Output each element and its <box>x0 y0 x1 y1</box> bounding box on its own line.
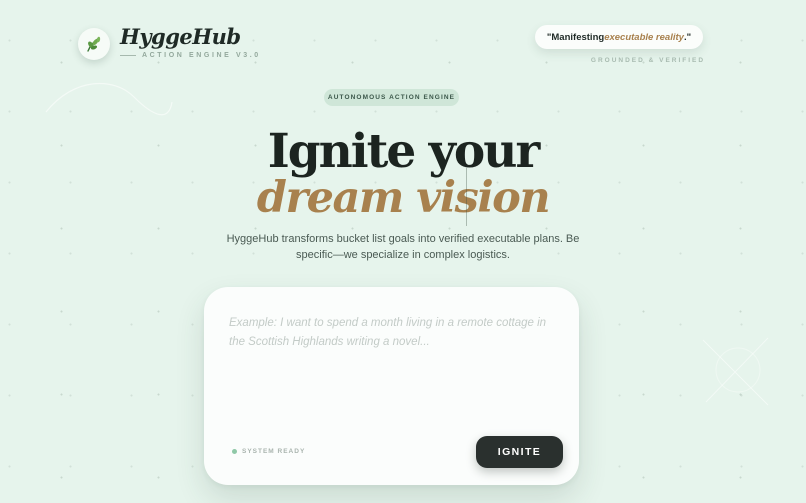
background-decoration <box>702 337 769 406</box>
status-dot-icon <box>232 449 237 454</box>
logo[interactable] <box>78 28 110 60</box>
brand-version: ACTION ENGINE V3.0 <box>142 52 261 59</box>
background-swirl <box>45 82 173 116</box>
headline-accent: dream vision <box>256 173 551 223</box>
text-cursor <box>466 168 467 226</box>
goal-input-card: SYSTEM READY IGNITE <box>204 287 579 485</box>
goal-input[interactable] <box>229 314 559 424</box>
subtitle-rule <box>120 55 136 56</box>
quote-prefix: "Manifesting <box>546 31 605 43</box>
quote-suffix: ." <box>683 31 692 43</box>
ignite-button[interactable]: IGNITE <box>476 436 563 468</box>
quote-caption: GROUNDED & VERIFIED <box>590 57 706 64</box>
quote-pill: "Manifesting executable reality ." <box>535 25 703 49</box>
quote-accent: executable reality <box>604 31 684 43</box>
system-status: SYSTEM READY <box>232 448 305 455</box>
brand-subtitle: ACTION ENGINE V3.0 <box>120 52 261 59</box>
brand-name: HyggeHub <box>120 24 241 49</box>
leaf-icon <box>87 36 101 52</box>
status-label: SYSTEM READY <box>242 448 306 455</box>
hero-description: HyggeHub transforms bucket list goals in… <box>226 233 580 261</box>
engine-badge: AUTONOMOUS ACTION ENGINE <box>324 89 459 106</box>
brand-header: HyggeHub ACTION ENGINE V3.0 <box>78 24 261 61</box>
